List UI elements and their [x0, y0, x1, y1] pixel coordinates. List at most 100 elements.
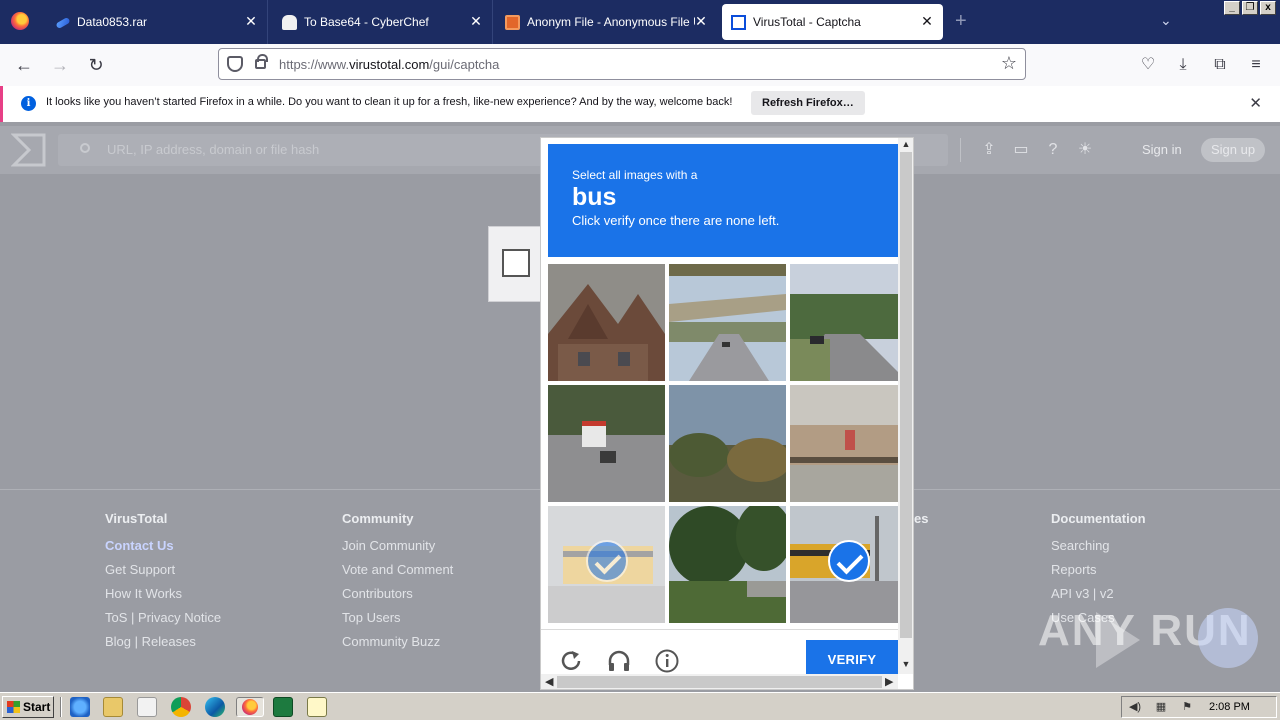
highway-overpass-image [669, 264, 786, 381]
start-button[interactable]: Start [2, 696, 54, 718]
theme-sun-icon[interactable]: ☀ [1075, 140, 1095, 160]
captcha-tile-street-road[interactable] [790, 264, 907, 381]
close-icon[interactable]: ✕ [468, 13, 484, 30]
downloads-icon[interactable]: ⤓ [1172, 54, 1194, 76]
virustotal-logo-icon[interactable] [11, 132, 47, 168]
audio-challenge-headphones-icon[interactable] [606, 648, 632, 674]
windows-taskbar: Start ◀) ▦ ⚑ 2:08 PM [0, 692, 1280, 720]
chevron-down-icon[interactable]: ⌄ [1160, 12, 1172, 29]
bookmark-star-icon[interactable]: ☆ [1001, 53, 1017, 74]
footer-column-virustotal: VirusTotal Contact Us Get Support How It… [105, 511, 221, 658]
hamburger-menu-icon[interactable]: ≡ [1245, 54, 1267, 76]
captcha-tile-house-roof[interactable] [548, 264, 665, 381]
scroll-down-arrow-icon[interactable]: ▼ [898, 659, 913, 669]
tab-virustotal-captcha[interactable]: VirusTotal - Captcha ✕ [722, 4, 943, 40]
captcha-tile-bus-on-road[interactable] [548, 385, 665, 502]
footer-heading: Documentation [1051, 511, 1146, 526]
address-bar[interactable]: https://www.virustotal.com/gui/captcha ☆ [218, 48, 1026, 80]
bus-on-road-image [548, 385, 665, 502]
notepad-icon[interactable] [307, 697, 327, 717]
excel-icon[interactable] [273, 697, 293, 717]
refresh-firefox-button[interactable]: Refresh Firefox… [751, 91, 865, 115]
reload-icon[interactable]: ↻ [85, 54, 107, 76]
url-prefix: https://www. [279, 57, 350, 72]
anonfile-logo-icon [505, 14, 520, 30]
captcha-checkbox[interactable] [502, 249, 530, 277]
divider [960, 138, 961, 162]
scrollbar-thumb[interactable] [900, 152, 912, 638]
search-placeholder: URL, IP address, domain or file hash [107, 142, 320, 157]
navigation-toolbar: ← → ↻ https://www.virustotal.com/gui/cap… [0, 44, 1280, 86]
captcha-tile-trees-sky[interactable] [669, 385, 786, 502]
notifications-chat-icon[interactable]: ▭ [1011, 140, 1031, 160]
horizontal-scrollbar[interactable]: ◀ ▶ [541, 674, 898, 689]
windows-flag-icon [7, 701, 20, 713]
minimize-icon[interactable]: _ [1224, 1, 1240, 15]
footer-link[interactable]: How It Works [105, 586, 221, 610]
back-arrow-icon[interactable]: ← [13, 54, 35, 76]
captcha-tile-school-bus-crossing[interactable] [790, 506, 907, 623]
footer-link[interactable]: Join Community [342, 538, 453, 562]
scroll-up-arrow-icon[interactable]: ▲ [898, 139, 913, 149]
captcha-tile-school-bus-faded[interactable] [548, 506, 665, 623]
info-icon[interactable] [654, 648, 680, 674]
start-label: Start [23, 700, 51, 714]
close-icon[interactable]: ✕ [693, 13, 709, 30]
trees-hillside-image [669, 506, 786, 623]
sign-in-link[interactable]: Sign in [1142, 142, 1182, 157]
footer-link[interactable]: Blog | Releases [105, 634, 221, 658]
chrome-icon[interactable] [171, 697, 191, 717]
new-tab-plus-icon[interactable]: + [955, 10, 967, 33]
close-icon[interactable]: ✕ [1249, 94, 1262, 112]
edge-icon[interactable] [205, 697, 225, 717]
tab-data0853[interactable]: Data0853.rar ✕ [42, 0, 267, 44]
speaker-volume-icon[interactable]: ◀) [1128, 700, 1142, 714]
tab-cyberchef[interactable]: To Base64 - CyberChef ✕ [268, 0, 492, 44]
firefox-menu-icon[interactable] [11, 12, 29, 30]
info-icon: i [21, 96, 36, 111]
footer-link[interactable]: Community Buzz [342, 634, 453, 658]
scrollbar-thumb[interactable] [557, 676, 882, 688]
footer-link[interactable]: Get Support [105, 562, 221, 586]
file-explorer-folder-icon[interactable] [103, 697, 123, 717]
internet-explorer-icon[interactable] [70, 697, 90, 717]
captcha-tile-highway-overpass[interactable] [669, 264, 786, 381]
footer-link[interactable]: Contact Us [105, 538, 221, 562]
url-text[interactable]: https://www.virustotal.com/gui/captcha [279, 57, 499, 72]
action-center-flag-icon[interactable]: ⚑ [1180, 700, 1194, 714]
restore-icon[interactable]: ❐ [1242, 1, 1258, 15]
footer-link[interactable]: Searching [1051, 538, 1146, 562]
pocket-icon[interactable]: ♡ [1137, 54, 1159, 76]
close-window-icon[interactable]: x [1260, 1, 1276, 15]
scroll-left-arrow-icon[interactable]: ◀ [545, 675, 553, 688]
footer-link[interactable]: Top Users [342, 610, 453, 634]
close-icon[interactable]: ✕ [919, 13, 935, 30]
forward-arrow-icon[interactable]: → [49, 54, 71, 76]
upload-icon[interactable]: ⇪ [979, 140, 999, 160]
captcha-tile-trees-hillside[interactable] [669, 506, 786, 623]
captcha-tile-storefront-fence[interactable] [790, 385, 907, 502]
tab-title: Data0853.rar [77, 15, 148, 29]
refresh-challenge-icon[interactable] [558, 648, 584, 674]
footer-link[interactable]: Vote and Comment [342, 562, 453, 586]
chat-bubble-icon[interactable] [1198, 608, 1258, 668]
prompt-keyword: bus [572, 183, 617, 211]
extensions-puzzle-icon[interactable]: ⧉ [1209, 54, 1231, 76]
tab-anonym-file[interactable]: Anonym File - Anonymous File Uplo ✕ [493, 0, 717, 44]
network-icon[interactable]: ▦ [1154, 700, 1168, 714]
sign-up-button[interactable]: Sign up [1201, 138, 1266, 162]
media-player-icon[interactable] [137, 697, 157, 717]
lock-icon[interactable] [255, 54, 268, 69]
footer-link[interactable]: ToS | Privacy Notice [105, 610, 221, 634]
vertical-scrollbar[interactable]: ▲ ▼ [898, 138, 913, 674]
system-tray: ◀) ▦ ⚑ 2:08 PM [1121, 696, 1277, 718]
firefox-taskbar-icon[interactable] [236, 697, 264, 717]
help-icon[interactable]: ? [1043, 140, 1063, 160]
footer-heading: Community [342, 511, 414, 526]
captcha-checkbox-card [488, 226, 548, 302]
footer-link[interactable]: Reports [1051, 562, 1146, 586]
footer-link[interactable]: Contributors [342, 586, 453, 610]
tracking-protection-shield-icon[interactable] [227, 56, 243, 72]
scroll-right-arrow-icon[interactable]: ▶ [885, 675, 893, 688]
close-icon[interactable]: ✕ [243, 13, 259, 30]
